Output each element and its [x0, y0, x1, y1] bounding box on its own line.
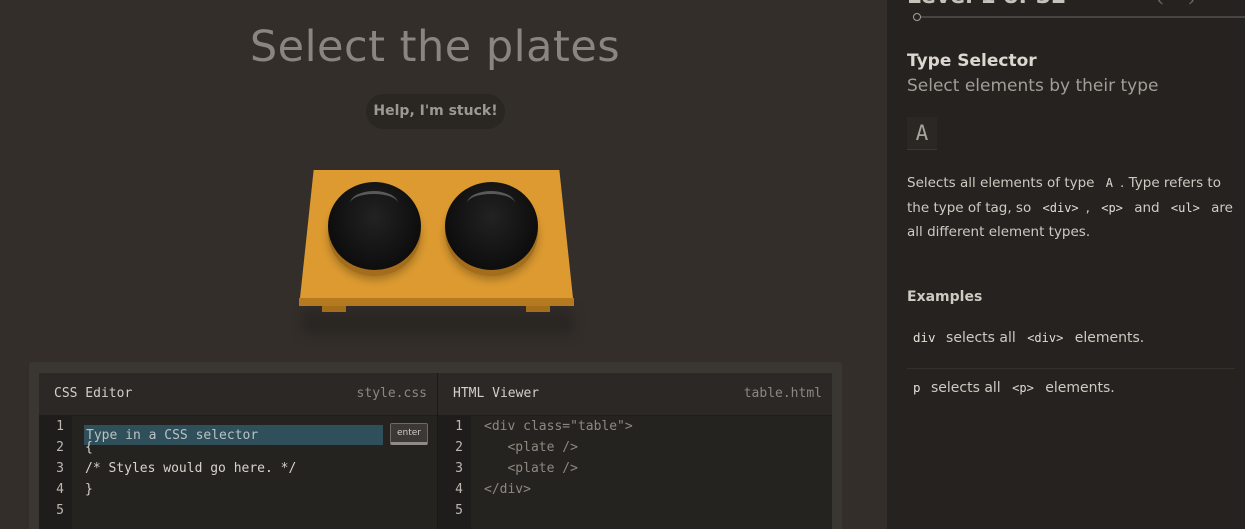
code-tag: <p> — [1012, 381, 1034, 395]
line-number: 1 — [56, 419, 64, 434]
progress-track — [917, 16, 1245, 18]
line-number: 3 — [455, 461, 463, 476]
css-editor-title: CSS Editor — [54, 386, 133, 401]
help-text: , — [1085, 199, 1090, 216]
table-leg-right — [526, 306, 550, 312]
help-button[interactable]: Help, I'm stuck! — [366, 94, 505, 129]
plate-shine — [350, 191, 398, 216]
selector-description: Select elements by their type — [907, 76, 1159, 96]
help-text: and — [1134, 199, 1160, 216]
examples-title: Examples — [907, 289, 983, 305]
sidebar: Level 1 of 32 ‹ › Type Selector Select e… — [887, 0, 1245, 529]
html-line[interactable]: </div> — [484, 479, 824, 500]
example-item: p selects all <p> elements. — [907, 370, 1235, 418]
code-tag: A — [1105, 176, 1114, 190]
line-number: 4 — [56, 482, 64, 497]
css-code: { /* Styles would go here. */ } — [85, 416, 429, 500]
selector-help: Selects all elements of type A. Type ref… — [907, 171, 1237, 245]
css-filename: style.css — [356, 386, 427, 401]
html-viewer: HTML Viewer table.html 1 2 3 4 5 <div cl… — [437, 373, 832, 529]
level-nav: ‹ › — [1157, 0, 1195, 11]
selector-name: Type Selector — [907, 51, 1037, 71]
css-editor-header: CSS Editor style.css — [39, 373, 437, 416]
line-number: 5 — [56, 503, 64, 518]
table-leg-left — [322, 306, 346, 312]
line-number: 3 — [56, 461, 64, 476]
next-level-icon[interactable]: › — [1188, 0, 1195, 11]
example-code: div — [913, 330, 936, 345]
level-indicator: Level 1 of 32 — [907, 0, 1066, 9]
code-line: { — [85, 440, 93, 455]
css-line-numbers: 1 2 3 4 5 — [39, 416, 72, 529]
line-number: 1 — [455, 419, 463, 434]
prev-level-icon[interactable]: ‹ — [1157, 0, 1164, 11]
html-line[interactable]: <plate /> — [484, 458, 824, 479]
example-text: elements. — [1045, 380, 1115, 396]
code-line: /* Styles would go here. */ — [85, 461, 297, 476]
html-line-numbers: 1 2 3 4 5 — [438, 416, 471, 529]
help-text: Selects all elements of type — [907, 175, 1095, 191]
game-area: Select the plates Help, I'm stuck! CSS E… — [0, 0, 887, 529]
table-scene — [290, 160, 590, 350]
example-item: div selects all <div> elements. — [907, 320, 1235, 369]
code-tag: <div> — [1027, 331, 1064, 345]
html-line[interactable]: <plate /> — [484, 437, 824, 458]
table-shadow — [302, 310, 574, 334]
plate-1[interactable] — [328, 182, 421, 270]
example-text: selects all — [946, 330, 1016, 346]
html-viewer-title: HTML Viewer — [453, 386, 540, 401]
html-viewer-header: HTML Viewer table.html — [438, 373, 832, 416]
html-code: <div class="table"> <plate /> <plate /> … — [484, 416, 824, 500]
html-line[interactable]: <div class="table"> — [484, 416, 824, 437]
example-code: p — [913, 380, 921, 395]
line-number: 4 — [455, 482, 463, 497]
code-tag: <div> — [1042, 200, 1079, 215]
plate-shine — [467, 191, 515, 216]
html-filename: table.html — [743, 386, 822, 401]
css-editor: CSS Editor style.css 1 2 3 4 5 enter { /… — [39, 373, 437, 529]
editor-panel: CSS Editor style.css 1 2 3 4 5 enter { /… — [29, 362, 842, 529]
selector-syntax: A — [907, 117, 937, 150]
level-instruction: Select the plates — [249, 22, 621, 72]
progress-indicator — [913, 13, 921, 21]
code-tag: <p> — [1101, 200, 1123, 215]
line-number: 2 — [56, 440, 64, 455]
code-tag: <ul> — [1170, 200, 1200, 215]
line-number: 5 — [455, 503, 463, 518]
line-number: 2 — [455, 440, 463, 455]
code-line: } — [85, 482, 93, 497]
example-text: selects all — [930, 380, 1001, 396]
table-edge — [299, 298, 574, 306]
plate-2[interactable] — [445, 182, 538, 270]
example-text: elements. — [1074, 330, 1145, 346]
